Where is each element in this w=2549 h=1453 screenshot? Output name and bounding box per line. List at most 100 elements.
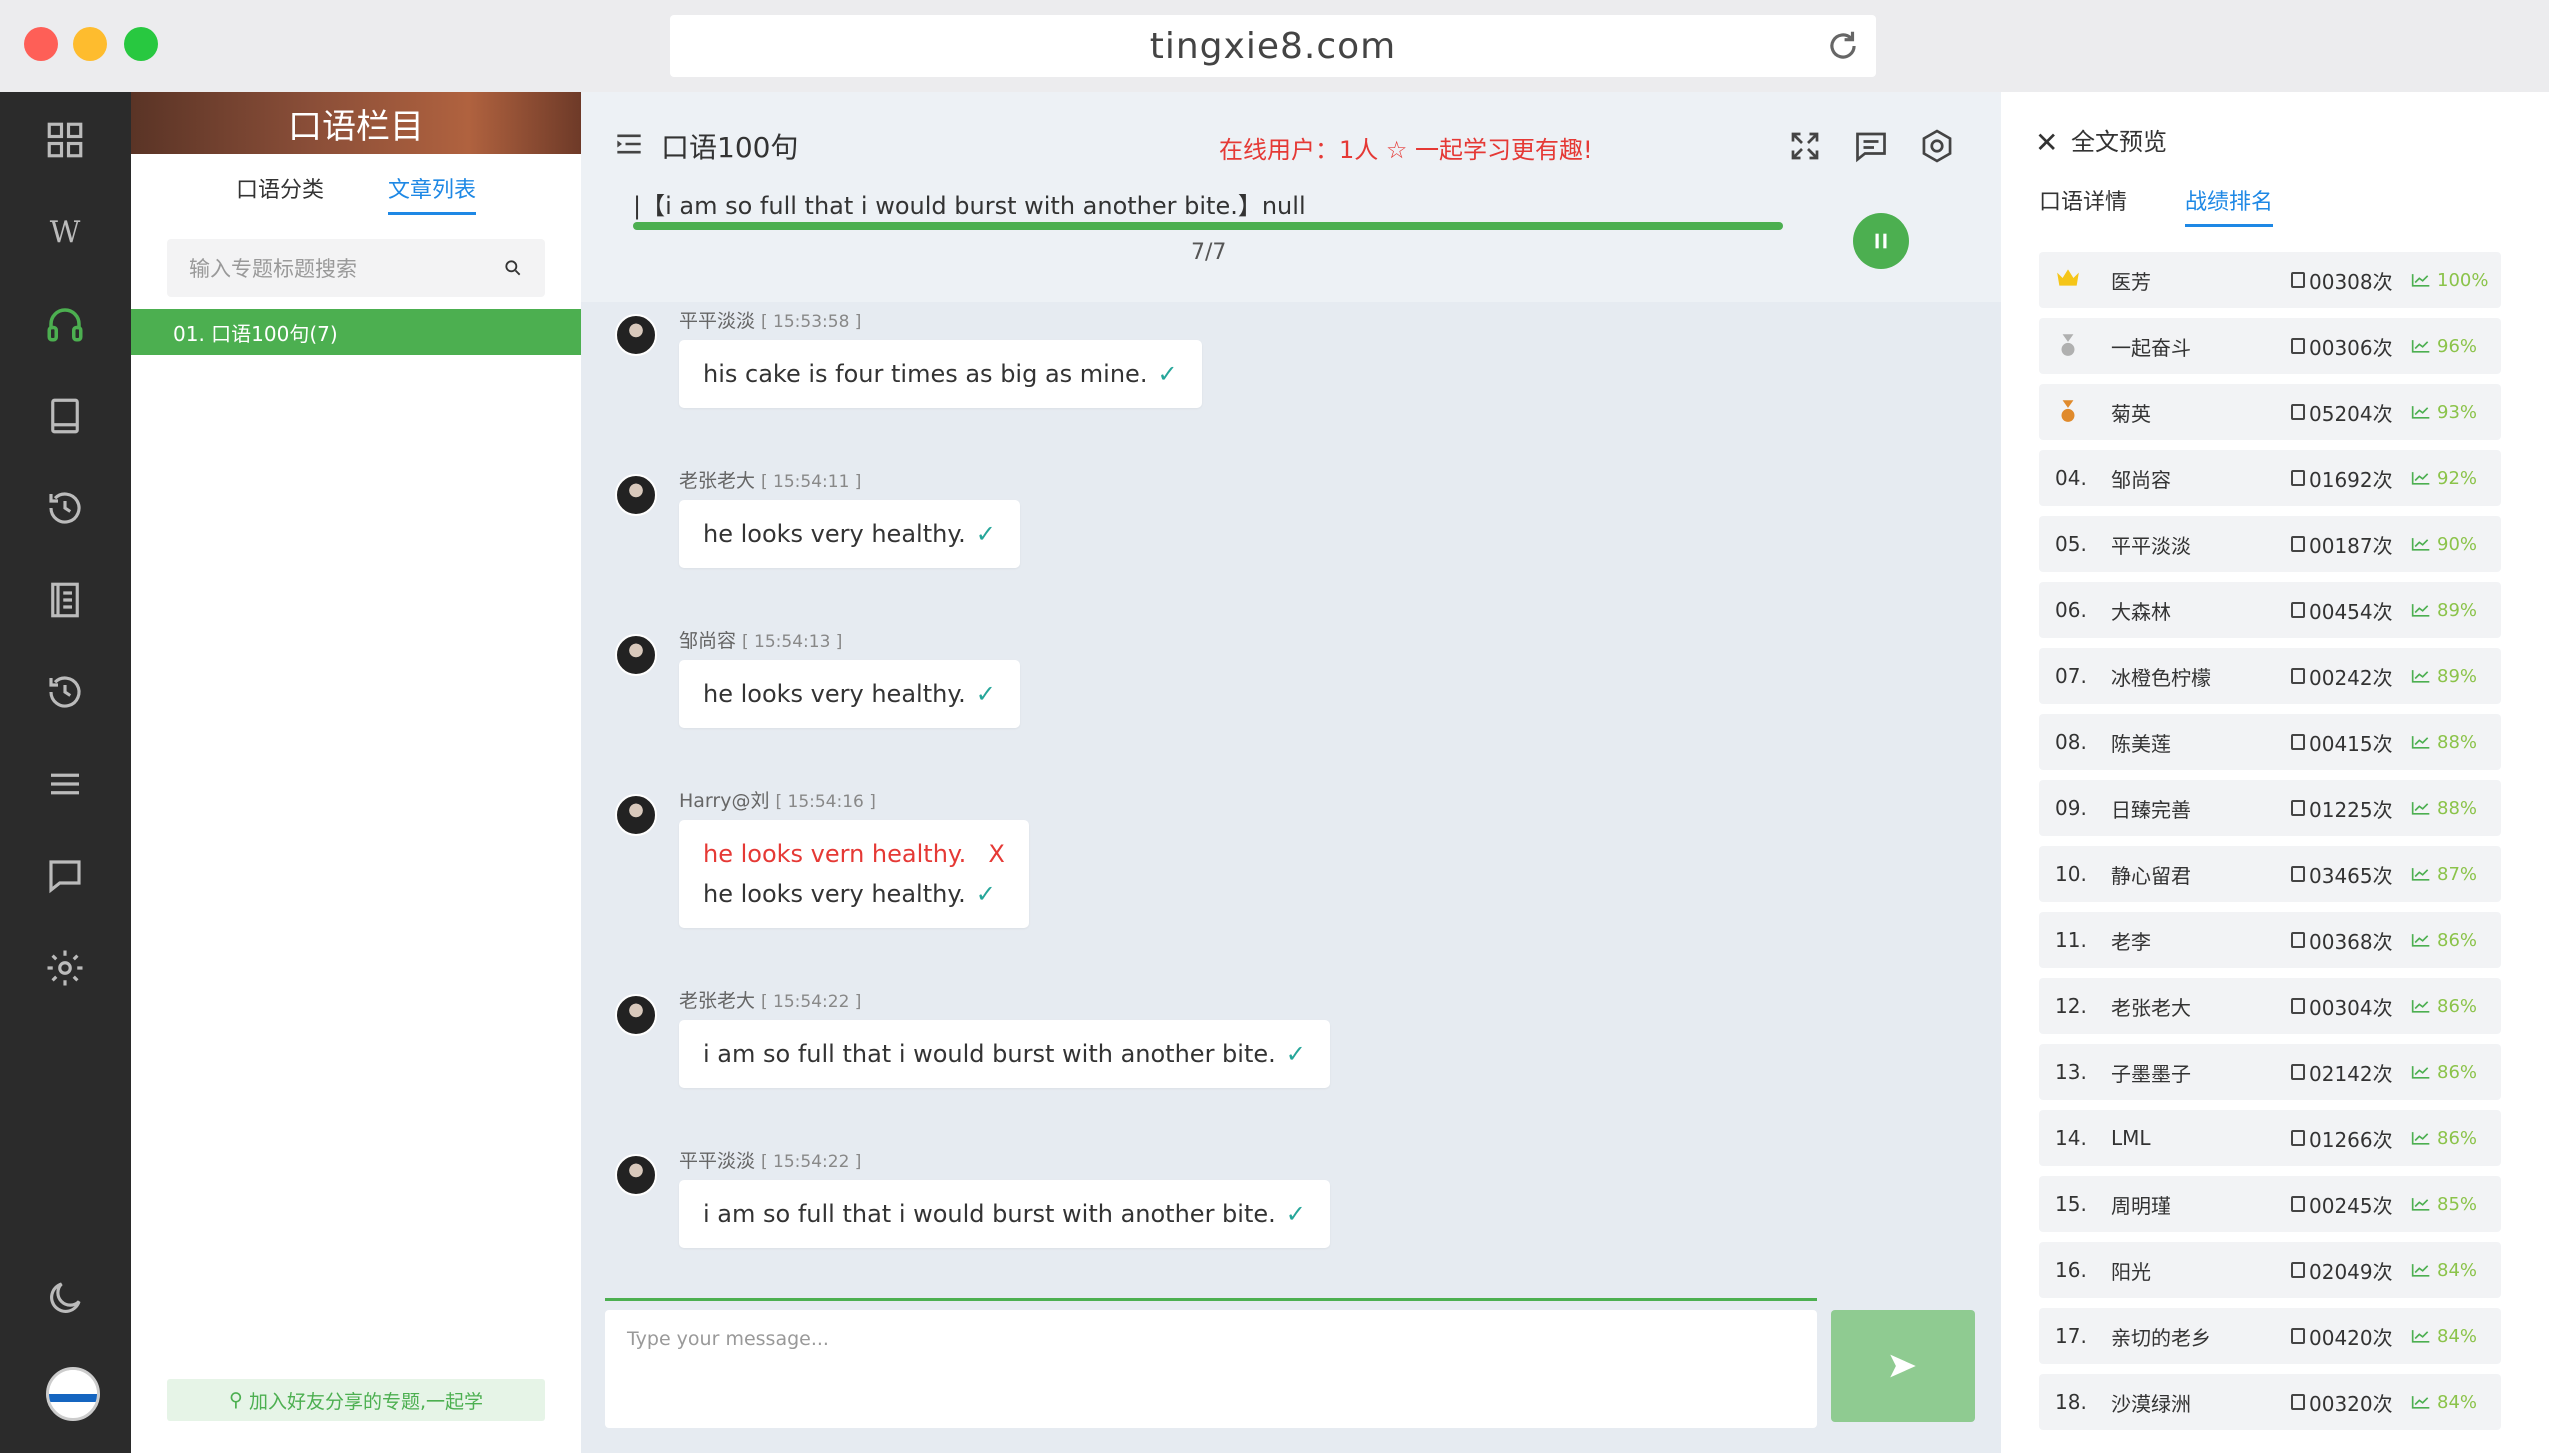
tab-category[interactable]: 口语分类: [236, 172, 324, 215]
rank-practice-count: 00187次: [2291, 530, 2393, 559]
notebook-icon[interactable]: [35, 570, 95, 630]
comment-icon[interactable]: [1853, 128, 1889, 164]
rank-number: 11.: [2055, 928, 2087, 952]
column-tabs: 口语分类 文章列表: [131, 172, 581, 215]
maximize-window-button[interactable]: [124, 27, 158, 61]
rank-accuracy: 88%: [2411, 732, 2477, 753]
message-bubble: i am so full that i would burst with ano…: [679, 1020, 1330, 1088]
message-input-placeholder: Type your message...: [627, 1328, 829, 1350]
tab-article-list[interactable]: 文章列表: [388, 172, 477, 215]
close-window-button[interactable]: [24, 27, 58, 61]
gear-icon[interactable]: [35, 938, 95, 998]
calculator-icon: [2291, 470, 2305, 486]
trend-icon: [2411, 1000, 2430, 1013]
calculator-icon: [2291, 668, 2305, 684]
reload-icon[interactable]: [1824, 27, 1862, 65]
address-bar[interactable]: tingxie8.com: [670, 15, 1876, 77]
rank-accuracy: 90%: [2411, 534, 2477, 555]
calculator-icon: [2291, 1328, 2305, 1344]
accuracy-value: 89%: [2437, 599, 2478, 621]
ranking-row: 18. 沙漠绿洲 00320次 84%: [2039, 1374, 2501, 1430]
settings-icon[interactable]: [1919, 128, 1955, 164]
count-value: 00187次: [2309, 533, 2393, 558]
count-value: 00454次: [2309, 599, 2393, 624]
message-timestamp: [ 15:54:11 ]: [761, 472, 862, 492]
wikipedia-icon[interactable]: W: [35, 202, 95, 262]
answer-correct: i am so full that i would burst with ano…: [703, 1194, 1306, 1234]
silver-medal-icon: [2039, 332, 2111, 361]
history-icon[interactable]: [35, 478, 95, 538]
send-icon: [1890, 1354, 1916, 1378]
accuracy-value: 84%: [2437, 1259, 2478, 1281]
rank-practice-count: 00420次: [2291, 1322, 2393, 1351]
pause-button[interactable]: [1853, 213, 1909, 269]
list-item[interactable]: 01. 口语100句(7): [131, 309, 581, 355]
menu-collapse-icon[interactable]: [615, 132, 643, 156]
trend-icon: [2411, 802, 2430, 815]
accuracy-value: 86%: [2437, 1127, 2478, 1149]
message-input[interactable]: Type your message...: [605, 1310, 1817, 1428]
message-meta: Harry@刘[ 15:54:16 ]: [679, 786, 876, 813]
ranking-row: 14. LML 01266次 86%: [2039, 1110, 2501, 1166]
tab-ranking[interactable]: 战绩排名: [2185, 184, 2274, 227]
ranking-row: 13. 子墨墨子 02142次 86%: [2039, 1044, 2501, 1100]
rank-number: 10.: [2055, 862, 2087, 886]
chat-icon[interactable]: [35, 846, 95, 906]
message-meta: 老张老大[ 15:54:22 ]: [679, 986, 861, 1013]
avatar: [615, 794, 657, 836]
trend-icon: [2411, 1264, 2430, 1277]
user-avatar[interactable]: [46, 1367, 100, 1421]
moon-icon[interactable]: [35, 1268, 95, 1328]
rank-accuracy: 84%: [2411, 1392, 2477, 1413]
check-icon: ✓: [1285, 1200, 1306, 1228]
rank-number: 15.: [2055, 1192, 2087, 1216]
rank-accuracy: 86%: [2411, 996, 2477, 1017]
rank-practice-count: 01225次: [2291, 794, 2393, 823]
topic-search-input[interactable]: 输入专题标题搜索: [167, 239, 545, 297]
bronze-medal-icon: [2039, 398, 2111, 427]
rank-practice-count: 00454次: [2291, 596, 2393, 625]
headphones-icon[interactable]: [35, 294, 95, 354]
search-placeholder: 输入专题标题搜索: [189, 257, 357, 281]
trend-icon: [2411, 736, 2430, 749]
progress-bar: [633, 222, 1783, 230]
answer-text: his cake is four times as big as mine.: [703, 360, 1148, 388]
accuracy-value: 85%: [2437, 1193, 2478, 1215]
rank-accuracy: 88%: [2411, 798, 2477, 819]
trend-icon: [2411, 472, 2430, 485]
accuracy-value: 84%: [2437, 1391, 2478, 1413]
calculator-icon: [2291, 866, 2305, 882]
send-button[interactable]: [1831, 1310, 1975, 1422]
minimize-window-button[interactable]: [73, 27, 107, 61]
check-icon: ✓: [975, 520, 996, 548]
check-icon: ✓: [975, 880, 996, 908]
rank-practice-count: 02049次: [2291, 1256, 2393, 1285]
browser-toolbar: tingxie8.com: [0, 0, 2549, 92]
fullscreen-icon[interactable]: [1787, 128, 1823, 164]
book-icon[interactable]: [35, 386, 95, 446]
message-username: Harry@刘: [679, 790, 770, 812]
answer-text: i am so full that i would burst with ano…: [703, 1040, 1276, 1068]
progress-fill: [633, 222, 1783, 230]
avatar: [615, 634, 657, 676]
url-text: tingxie8.com: [1149, 25, 1397, 67]
tab-detail[interactable]: 口语详情: [2039, 184, 2127, 227]
rank-number: 08.: [2055, 730, 2087, 754]
grid-icon[interactable]: [35, 110, 95, 170]
pause-icon: [1875, 233, 1887, 249]
history-icon[interactable]: [35, 662, 95, 722]
join-shared-topic-button[interactable]: ⚲ 加入好友分享的专题,一起学: [167, 1379, 545, 1421]
list-icon[interactable]: [35, 754, 95, 814]
close-icon[interactable]: ✕: [2035, 126, 2058, 159]
rank-practice-count: 00245次: [2291, 1190, 2393, 1219]
search-icon[interactable]: [503, 258, 523, 278]
rank-number: 18.: [2055, 1390, 2087, 1414]
page-title: 口语100句: [661, 131, 799, 164]
message-username: 邹尚容: [679, 630, 737, 652]
message-meta: 老张老大[ 15:54:11 ]: [679, 466, 861, 493]
rank-accuracy: 96%: [2411, 336, 2477, 357]
rank-accuracy: 86%: [2411, 930, 2477, 951]
current-sentence: |【i am so full that i would burst with a…: [633, 192, 1306, 220]
rank-practice-count: 01692次: [2291, 464, 2393, 493]
accuracy-value: 89%: [2437, 665, 2478, 687]
